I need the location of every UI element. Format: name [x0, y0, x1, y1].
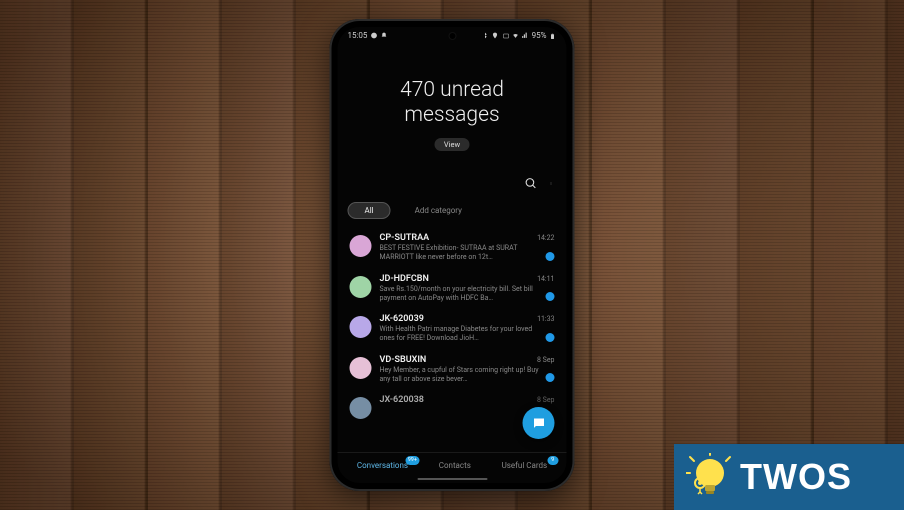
bluetooth-icon	[482, 32, 489, 39]
volte-icon	[502, 32, 509, 39]
category-tabs: All Add category	[338, 202, 567, 227]
sender-name: CP-SUTRAA	[380, 233, 430, 243]
phone-screen: 15:05	[338, 27, 567, 483]
message-preview: Save Rs.150/month on your electricity bi…	[380, 285, 555, 303]
tab-useful-cards[interactable]: Useful Cards 9	[500, 459, 550, 472]
category-all[interactable]: All	[348, 202, 391, 219]
unread-dot	[546, 373, 555, 382]
unread-dot	[546, 292, 555, 301]
message-time: 8 Sep	[537, 356, 554, 364]
wifi-icon	[512, 32, 519, 39]
list-item[interactable]: CP-SUTRAA 14:22 BEST FESTIVE Exhibition-…	[340, 227, 565, 268]
useful-badge: 9	[547, 456, 558, 465]
message-preview: Hey Member, a cupful of Stars coming rig…	[380, 366, 555, 384]
signal-icon	[522, 32, 529, 39]
compose-fab[interactable]	[523, 407, 555, 439]
sender-name: JD-HDFCBN	[380, 274, 429, 284]
whatsapp-icon	[370, 32, 377, 39]
list-item[interactable]: JD-HDFCBN 14:11 Save Rs.150/month on you…	[340, 268, 565, 309]
tab-label: Conversations	[357, 461, 408, 470]
notification-icon	[380, 32, 387, 39]
list-item[interactable]: VD-SBUXIN 8 Sep Hey Member, a cupful of …	[340, 349, 565, 390]
lightbulb-icon	[686, 453, 734, 501]
view-button[interactable]: View	[435, 138, 469, 151]
camera-punch-hole	[448, 32, 456, 40]
search-icon[interactable]	[525, 175, 538, 194]
message-time: 14:11	[537, 275, 554, 283]
twos-watermark: TWOS	[674, 444, 904, 510]
battery-icon	[550, 32, 557, 39]
message-time: 8 Sep	[537, 396, 554, 404]
unread-count-line1: 470 unread	[400, 78, 504, 102]
unread-count-line2: messages	[404, 103, 499, 127]
sender-name: JX-620038	[380, 395, 424, 405]
tab-conversations[interactable]: Conversations 99+	[355, 459, 410, 472]
status-time: 15:05	[348, 31, 368, 40]
messages-header: 470 unread messages View	[338, 42, 567, 171]
nav-handle[interactable]	[417, 478, 487, 481]
avatar	[350, 397, 372, 419]
unread-dot	[546, 333, 555, 342]
sender-name: JK-620039	[380, 314, 424, 324]
status-battery: 95%	[532, 31, 547, 40]
message-preview: With Health Patri manage Diabetes for yo…	[380, 325, 555, 343]
unread-title: 470 unread messages	[348, 78, 557, 128]
toolbar	[338, 171, 567, 202]
phone-frame: 15:05	[330, 19, 575, 491]
add-category-button[interactable]: Add category	[415, 206, 462, 215]
bottom-nav: Conversations 99+ Contacts Useful Cards …	[338, 452, 567, 476]
tab-label: Contacts	[439, 461, 471, 470]
tab-contacts[interactable]: Contacts	[437, 459, 473, 472]
message-preview: BEST FESTIVE Exhibition- SUTRAA at SURAT…	[380, 244, 555, 262]
avatar	[350, 357, 372, 379]
conversations-badge: 99+	[406, 456, 419, 465]
tab-label: Useful Cards	[502, 461, 548, 470]
location-icon	[492, 32, 499, 39]
list-item[interactable]: JK-620039 11:33 With Health Patri manage…	[340, 308, 565, 349]
sender-name: VD-SBUXIN	[380, 355, 427, 365]
unread-dot	[546, 252, 555, 261]
avatar	[350, 235, 372, 257]
twos-brand-text: TWOS	[740, 456, 852, 498]
message-time: 11:33	[537, 315, 554, 323]
message-time: 14:22	[537, 234, 554, 242]
more-icon[interactable]	[550, 175, 553, 194]
avatar	[350, 316, 372, 338]
avatar	[350, 276, 372, 298]
chat-icon	[531, 416, 546, 431]
